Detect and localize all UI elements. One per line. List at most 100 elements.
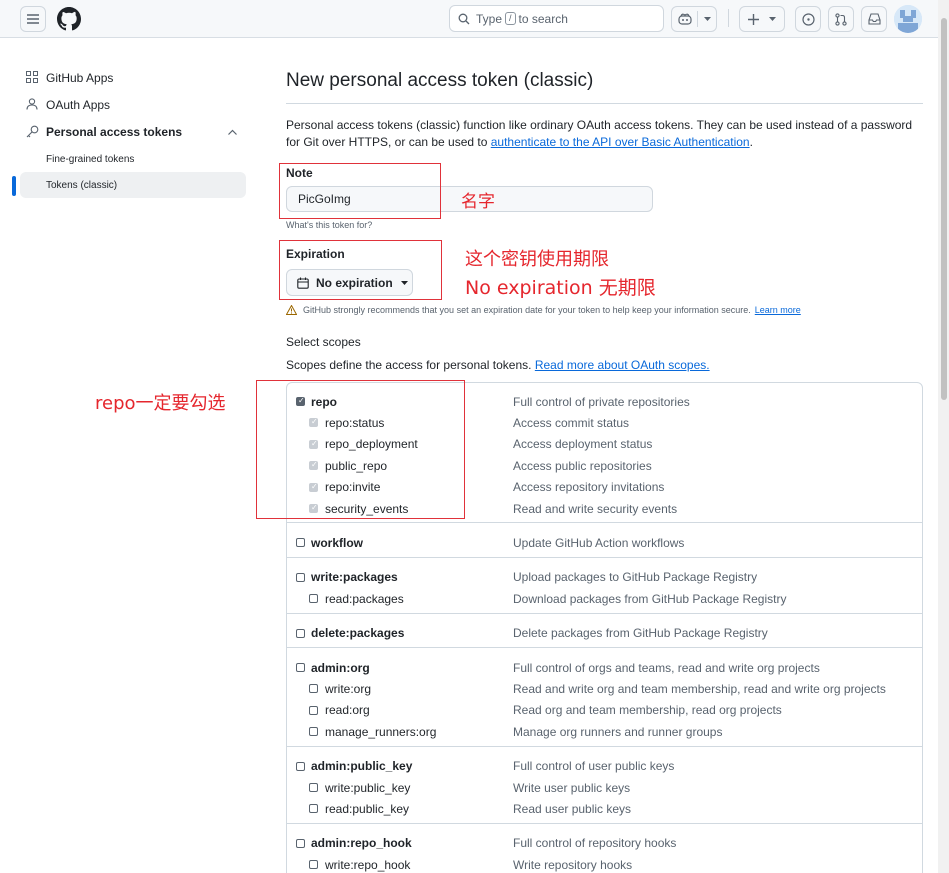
scope-description: Access public repositories — [513, 458, 652, 473]
basic-auth-link[interactable]: authenticate to the API over Basic Authe… — [491, 135, 750, 149]
scope-description: Manage org runners and runner groups — [513, 724, 723, 739]
scope-row[interactable]: admin:org Full control of orgs and teams,… — [287, 657, 922, 678]
scope-row[interactable]: read:packages Download packages from GitH… — [287, 588, 922, 609]
scope-row[interactable]: admin:repo_hook Full control of repositor… — [287, 833, 922, 854]
scope-description: Update GitHub Action workflows — [513, 535, 685, 550]
avatar[interactable] — [894, 5, 922, 33]
scope-description: Write repository hooks — [513, 857, 633, 872]
search-placeholder-2: to search — [518, 11, 568, 26]
page-title: New personal access token (classic) — [286, 70, 594, 91]
scope-row[interactable]: manage_runners:org Manage org runners and… — [287, 721, 922, 742]
note-hint: What's this token for? — [286, 220, 373, 230]
scope-group-divider — [287, 612, 922, 614]
sidebar-subitem-label: Fine-grained tokens — [46, 153, 135, 165]
sidebar-item-github-apps[interactable]: GitHub Apps — [20, 65, 246, 91]
scope-description: Download packages from GitHub Package Re… — [513, 591, 787, 606]
scope-description: Delete packages from GitHub Package Regi… — [513, 626, 768, 641]
issues-button[interactable] — [795, 6, 821, 32]
scope-description: Full control of repository hooks — [513, 836, 677, 851]
learn-more-link[interactable]: Learn more — [755, 305, 801, 315]
scope-row[interactable]: write:org Read and write org and team mem… — [287, 678, 922, 699]
scope-checkbox[interactable] — [296, 663, 305, 672]
github-logo-icon[interactable] — [57, 7, 81, 31]
menu-button[interactable] — [20, 6, 46, 32]
scope-checkbox[interactable] — [309, 727, 318, 737]
sidebar-item-label: OAuth Apps — [46, 98, 111, 112]
select-scopes-title: Select scopes — [286, 335, 361, 349]
scope-name: admin:repo_hook — [311, 836, 412, 851]
scope-checkbox[interactable] — [296, 628, 305, 638]
scope-name: write:repo_hook — [325, 857, 411, 872]
sidebar-item-fine-grained-tokens[interactable]: Fine-grained tokens — [20, 146, 246, 172]
scope-checkbox[interactable] — [296, 838, 305, 848]
alert-icon — [286, 305, 297, 315]
expiration-warning-text: GitHub strongly recommends that you set … — [303, 305, 751, 315]
scope-description: Write user public keys — [513, 780, 631, 795]
scope-row[interactable]: write:packages Upload packages to GitHub … — [287, 567, 922, 588]
sidebar-item-oauth-apps[interactable]: OAuth Apps — [20, 92, 246, 118]
scrollbar-thumb[interactable] — [941, 18, 947, 400]
scope-name: admin:org — [311, 660, 370, 675]
person-icon — [26, 98, 40, 112]
search-shortcut-key: / — [505, 12, 516, 25]
hamburger-icon — [27, 14, 39, 24]
scope-checkbox[interactable] — [309, 594, 318, 604]
scope-description: Access deployment status — [513, 437, 653, 452]
scope-description: Read and write org and team membership, … — [513, 681, 886, 696]
inbox-button[interactable] — [861, 6, 887, 32]
search-placeholder-1: Type — [476, 11, 503, 26]
scope-checkbox[interactable] — [309, 804, 318, 814]
pull-request-icon — [835, 12, 847, 26]
scope-row[interactable]: read:public_key Read user public keys — [287, 798, 922, 819]
copilot-divider — [697, 11, 698, 27]
scope-row[interactable]: workflow Update GitHub Action workflows — [287, 532, 922, 553]
scope-checkbox[interactable] — [296, 572, 305, 582]
scope-row[interactable]: admin:public_key Full control of user pub… — [287, 756, 922, 777]
scope-checkbox[interactable] — [309, 684, 318, 694]
scopes-description: Scopes define the access for personal to… — [286, 358, 710, 372]
chevron-down-icon — [704, 17, 711, 21]
avatar-image-icon — [894, 5, 922, 33]
scope-name: delete:packages — [311, 626, 405, 641]
repo-annotation: repo一定要勾选 — [95, 393, 226, 414]
scope-description: Read user public keys — [513, 801, 632, 816]
expiration-annotation-1: 这个密钥使用期限 — [465, 249, 609, 270]
apps-grid-icon — [26, 71, 40, 85]
chevron-down-icon — [769, 17, 776, 21]
scope-name: write:public_key — [325, 780, 411, 795]
scope-row[interactable]: write:repo_hook Write repository hooks — [287, 854, 922, 873]
scope-checkbox[interactable] — [309, 705, 318, 715]
search-input[interactable]: Type / to search — [449, 5, 664, 32]
create-new-button[interactable] — [739, 6, 785, 32]
scope-description: Full control of user public keys — [513, 759, 675, 774]
scope-row[interactable]: delete:packages Delete packages from GitH… — [287, 623, 922, 644]
pull-requests-button[interactable] — [828, 6, 854, 32]
scope-description: Upload packages to GitHub Package Regist… — [513, 570, 758, 585]
name-annotation: 名字 — [461, 192, 495, 212]
issue-icon — [801, 12, 815, 26]
sidebar-active-indicator — [12, 176, 16, 196]
sidebar-item-label: GitHub Apps — [46, 71, 114, 85]
scope-checkbox[interactable] — [309, 860, 318, 870]
scope-row[interactable]: write:public_key Write user public keys — [287, 777, 922, 798]
top-header: Type / to search — [0, 0, 949, 38]
sidebar-subitem-label: Tokens (classic) — [46, 179, 118, 191]
scope-name: write:packages — [311, 570, 398, 585]
expiration-annotation-2: No expiration 无期限 — [465, 277, 656, 299]
search-icon — [458, 13, 470, 24]
scope-checkbox[interactable] — [309, 783, 318, 792]
oauth-scopes-link[interactable]: Read more about OAuth scopes. — [535, 358, 710, 372]
scope-description: Access repository invitations — [513, 480, 665, 495]
scope-group-divider — [287, 745, 922, 747]
scope-description: Access commit status — [513, 415, 630, 430]
sidebar-item-tokens-classic[interactable]: Tokens (classic) — [20, 172, 246, 198]
scope-checkbox[interactable] — [296, 761, 305, 771]
scope-name: read:public_key — [325, 801, 410, 816]
scope-checkbox[interactable] — [296, 538, 305, 548]
copilot-button[interactable] — [671, 6, 717, 32]
scope-description: Full control of orgs and teams, read and… — [513, 660, 820, 675]
sidebar-item-personal-access-tokens[interactable]: Personal access tokens — [20, 119, 246, 145]
scope-row[interactable]: read:org Read org and team membership, re… — [287, 700, 922, 721]
expiration-warning: GitHub strongly recommends that you set … — [286, 305, 801, 315]
page-description: Personal access tokens (classic) functio… — [286, 117, 922, 151]
